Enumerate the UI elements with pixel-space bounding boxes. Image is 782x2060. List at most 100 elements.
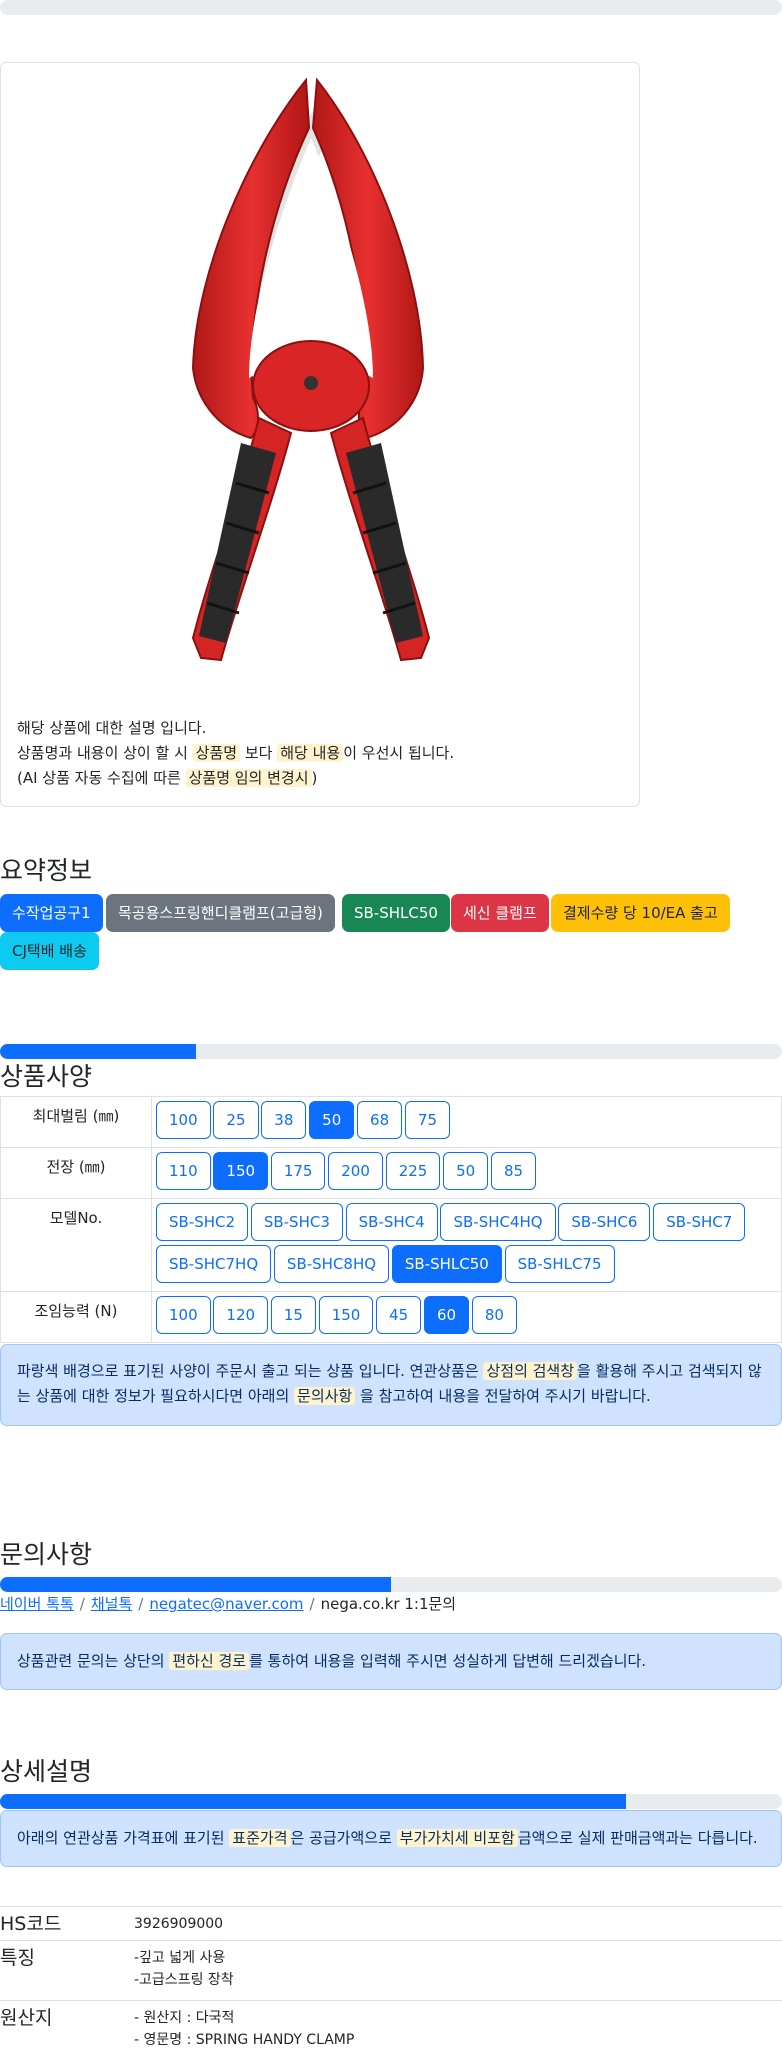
text: 아래의 연관상품 가격표에 표기된	[17, 1829, 225, 1847]
info-value: - 원산지 : 다국적 - 영문명 : SPRING HANDY CLAMP	[134, 2007, 354, 2051]
spec-option[interactable]: SB-SHC2	[156, 1203, 249, 1241]
info-value: 3926909000	[134, 1916, 224, 1932]
separator: /	[79, 1595, 85, 1613]
highlight: 편하신 경로	[169, 1652, 250, 1670]
product-image	[191, 77, 431, 662]
info-value: -깊고 넓게 사용 -고급스프링 장착	[134, 1947, 234, 1991]
text: )	[311, 769, 318, 787]
info-label: 특징	[0, 1947, 35, 1969]
spec-table: 최대벌림 (㎜) 100 25 38 50 68 75 전장 (㎜) 110 1…	[0, 1096, 782, 1343]
spec-option[interactable]: SB-SHC7HQ	[156, 1245, 272, 1283]
spec-option[interactable]: SB-SHC4HQ	[440, 1203, 556, 1241]
badge-model: SB-SHLC50	[342, 894, 450, 932]
spec-row: 모델No. SB-SHC2 SB-SHC3 SB-SHC4 SB-SHC4HQ …	[0, 1198, 782, 1292]
site-inquiry-text: nega.co.kr 1:1문의	[320, 1595, 457, 1613]
spec-row: 조임능력 (N) 100 120 15 150 45 60 80	[0, 1291, 782, 1343]
text: 상품관련 문의는 상단의	[17, 1652, 165, 1670]
spec-option[interactable]: SB-SHC6	[558, 1203, 651, 1241]
spec-option[interactable]: 38	[261, 1101, 307, 1139]
naver-talk-link[interactable]: 네이버 톡톡	[0, 1595, 74, 1613]
spec-option-selected[interactable]: 50	[309, 1101, 355, 1139]
text: 은 공급가액으로	[290, 1829, 392, 1847]
summary-title: 요약정보	[0, 856, 93, 885]
spec-option[interactable]: 80	[471, 1296, 517, 1334]
spec-row: 전장 (㎜) 110 150 175 200 225 50 85	[0, 1147, 782, 1199]
spec-option[interactable]: 100	[156, 1296, 211, 1334]
highlight: 표준가격	[229, 1829, 291, 1847]
spec-option[interactable]: 85	[490, 1152, 537, 1190]
badge-category: 수작업공구1	[0, 894, 103, 932]
spec-options: 110 150 175 200 225 50 85	[151, 1147, 782, 1199]
info-row-origin: 원산지 - 원산지 : 다국적 - 영문명 : SPRING HANDY CLA…	[0, 2000, 782, 2060]
detail-title: 상세설명	[0, 1757, 93, 1786]
inquiry-title: 문의사항	[0, 1540, 93, 1569]
separator: /	[138, 1595, 144, 1613]
origin-line: - 원산지 : 다국적	[134, 2010, 235, 2026]
spec-option-selected[interactable]: SB-SHLC50	[391, 1245, 502, 1283]
spec-option[interactable]: 225	[385, 1152, 441, 1190]
spec-progress-bar	[0, 1044, 782, 1059]
feature-line: -깊고 넓게 사용	[134, 1950, 226, 1966]
detail-progress-bar	[0, 1794, 782, 1809]
spec-option[interactable]: 150	[318, 1296, 374, 1334]
spec-option[interactable]: 75	[404, 1101, 451, 1139]
text: 해당 상품에 대한 설명 입니다.	[17, 719, 207, 737]
spec-option-selected[interactable]: 60	[424, 1296, 470, 1334]
spec-option[interactable]: 100	[156, 1101, 211, 1139]
progress-fill	[0, 1794, 626, 1809]
text: 금액으로 실제 판매금액과는 다릅니다.	[517, 1829, 758, 1847]
text: 보다	[244, 744, 273, 762]
inquiry-links: 네이버 톡톡 / 채널톡 / negatec@naver.com / nega.co.kr …	[0, 1593, 456, 1614]
info-row-hs-code: HS코드 3926909000	[0, 1906, 782, 1940]
separator: /	[309, 1595, 315, 1613]
spec-option[interactable]: SB-SHC3	[250, 1203, 343, 1241]
inquiry-notice: 상품관련 문의는 상단의 편하신 경로 를 통하여 내용을 입력해 주시면 성실하…	[0, 1633, 782, 1690]
spec-label: 모델No.	[0, 1198, 152, 1292]
text: 를 통하여 내용을 입력해 주시면 성실하게 답변해 드리겠습니다.	[249, 1652, 647, 1670]
spec-options: SB-SHC2 SB-SHC3 SB-SHC4 SB-SHC4HQ SB-SHC…	[151, 1198, 782, 1292]
spec-option[interactable]: 68	[357, 1101, 403, 1139]
highlight: 상점의 검색창	[483, 1362, 578, 1380]
description-line: 상품명과 내용이 상이 할 시 상품명 보다 해당 내용 이 우선시 됩니다.	[17, 741, 454, 766]
spec-option[interactable]: 45	[376, 1296, 422, 1334]
highlight: 상품명 임의 변경시	[185, 769, 312, 787]
spec-row: 최대벌림 (㎜) 100 25 38 50 68 75	[0, 1096, 782, 1148]
email-link[interactable]: negatec@naver.com	[149, 1595, 303, 1613]
highlight: 해당 내용	[277, 744, 344, 762]
spec-option[interactable]: SB-SHLC75	[504, 1245, 615, 1283]
badge-product-name: 목공용스프링핸디클램프(고급형)	[106, 894, 335, 932]
spec-option-selected[interactable]: 150	[213, 1152, 269, 1190]
spec-option[interactable]: 175	[270, 1152, 326, 1190]
spec-option[interactable]: 200	[328, 1152, 383, 1190]
text: (AI 상품 자동 수집에 따른	[17, 769, 181, 787]
spec-option[interactable]: 50	[443, 1152, 489, 1190]
detail-notice: 아래의 연관상품 가격표에 표기된 표준가격 은 공급가액으로 부가가치세 비포함…	[0, 1810, 782, 1867]
spec-option[interactable]: 15	[270, 1296, 316, 1334]
spec-option[interactable]: 110	[156, 1152, 211, 1190]
spec-label: 전장 (㎜)	[0, 1147, 152, 1199]
description-line: 해당 상품에 대한 설명 입니다.	[17, 716, 454, 741]
spec-option[interactable]: 25	[213, 1101, 259, 1139]
text: 상품명과 내용이 상이 할 시	[17, 744, 188, 762]
origin-line: - 영문명 : SPRING HANDY CLAMP	[134, 2032, 355, 2048]
description-line: (AI 상품 자동 수집에 따른 상품명 임의 변경시)	[17, 766, 454, 791]
spec-notice: 파랑색 배경으로 표기된 사양이 주문시 출고 되는 상품 입니다. 연관상품은…	[0, 1344, 782, 1426]
feature-line: -고급스프링 장착	[134, 1972, 234, 1988]
channel-talk-link[interactable]: 채널톡	[91, 1595, 132, 1613]
progress-fill	[0, 1577, 391, 1592]
spec-options: 100 120 15 150 45 60 80	[151, 1291, 782, 1343]
text: 을 참고하여 내용을 전달하여 주시기 바랍니다.	[360, 1387, 651, 1405]
badge-shipping: CJ택배 배송	[0, 932, 99, 970]
spec-options: 100 25 38 50 68 75	[151, 1096, 782, 1148]
spec-option[interactable]: SB-SHC8HQ	[273, 1245, 390, 1283]
spec-label: 최대벌림 (㎜)	[0, 1096, 152, 1148]
spec-option[interactable]: 120	[213, 1296, 269, 1334]
info-label: 원산지	[0, 2007, 53, 2029]
inquiry-progress-bar	[0, 1577, 782, 1592]
info-row-features: 특징 -깊고 넓게 사용 -고급스프링 장착	[0, 1940, 782, 2000]
highlight: 부가가치세 비포함	[396, 1829, 518, 1847]
text: 이 우선시 됩니다.	[343, 744, 455, 762]
product-description: 해당 상품에 대한 설명 입니다. 상품명과 내용이 상이 할 시 상품명 보다…	[17, 716, 454, 791]
spec-option[interactable]: SB-SHC7	[653, 1203, 746, 1241]
spec-option[interactable]: SB-SHC4	[345, 1203, 438, 1241]
